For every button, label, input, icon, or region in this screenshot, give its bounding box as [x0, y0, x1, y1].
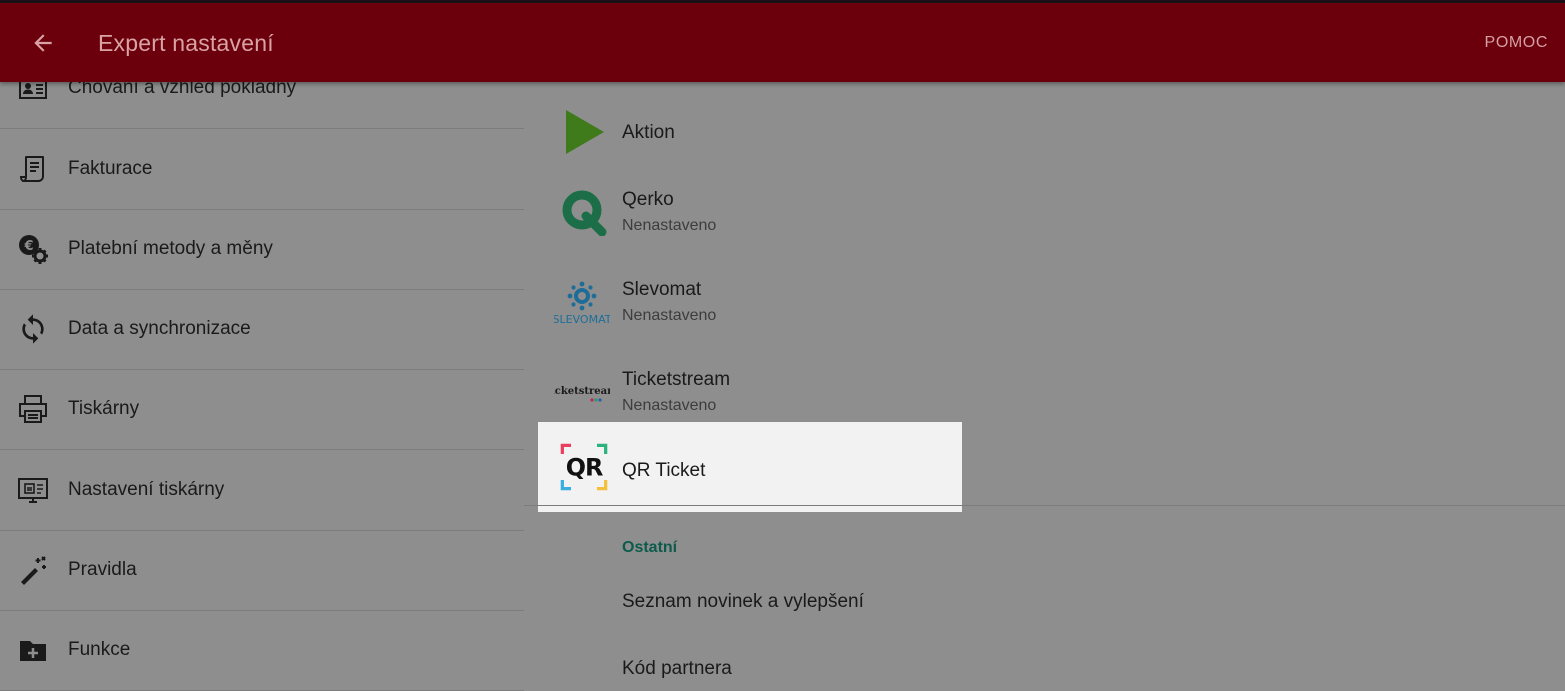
integration-name: Aktion [622, 122, 675, 143]
euro-gear-icon: € [19, 235, 48, 264]
integrations-panel: Aktion Qerko Nenastaveno SLEVOMAT Slevom… [524, 82, 1565, 691]
section-divider [524, 505, 1565, 506]
svg-text:€: € [23, 239, 33, 254]
menu-item-label: Platební metody a měny [68, 238, 273, 259]
menu-item-label: Funkce [68, 639, 131, 660]
printer-icon [19, 395, 47, 423]
settings-menu: Chování a vzhled pokladny Fakturace € Pl… [0, 0, 524, 691]
ticketstream-logo-text: ticketstream [554, 386, 610, 397]
integration-qr-ticket[interactable]: QR QR Ticket [538, 422, 962, 512]
integration-slevomat[interactable]: SLEVOMAT Slevomat Nenastaveno [538, 257, 962, 347]
qerko-q-logo [562, 190, 607, 236]
help-button[interactable]: POMOC [1485, 34, 1548, 52]
integration-status: Nenastaveno [622, 217, 717, 234]
integration-aktion[interactable]: Aktion [538, 87, 962, 177]
menu-item-functions[interactable]: Funkce [0, 610, 524, 691]
section-title-other: Ostatní [622, 539, 678, 556]
folder-plus-icon [20, 641, 46, 661]
integration-status: Nenastaveno [622, 307, 717, 324]
menu-item-data-sync[interactable]: Data a synchronizace [0, 289, 524, 370]
menu-item-label: Pravidla [68, 559, 137, 580]
integration-name: Ticketstream [622, 369, 731, 390]
menu-item-printer-settings[interactable]: Nastavení tiskárny [0, 450, 524, 531]
page-title: Expert nastavení [98, 30, 274, 56]
menu-item-label: Fakturace [68, 158, 153, 179]
slevomat-logo-text: SLEVOMAT [554, 313, 610, 326]
back-arrow-icon[interactable] [30, 30, 56, 56]
qr-ticket-logo: QR [560, 443, 608, 491]
menu-item-payment-methods[interactable]: € Platební metody a měny [0, 209, 524, 290]
integration-status: Nenastaveno [622, 397, 717, 414]
magic-wand-icon [21, 556, 46, 585]
printer-settings-icon [18, 478, 48, 503]
menu-item-invoicing[interactable]: Fakturace [0, 129, 524, 210]
menu-item-label: Data a synchronizace [68, 318, 251, 339]
integration-name: Qerko [622, 189, 674, 210]
aktion-play-logo [566, 110, 604, 154]
slevomat-logo: SLEVOMAT [554, 281, 610, 326]
integration-qerko[interactable]: Qerko Nenastaveno [538, 167, 962, 257]
sync-icon [22, 314, 44, 344]
integration-name: QR Ticket [622, 460, 706, 481]
partner-code-item[interactable]: Kód partnera [622, 658, 732, 680]
menu-item-rules[interactable]: Pravidla [0, 530, 524, 611]
menu-item-label: Tiskárny [68, 398, 140, 419]
menu-item-label: Nastavení tiskárny [68, 479, 225, 500]
menu-item-printers[interactable]: Tiskárny [0, 369, 524, 450]
ticketstream-logo: ticketstream [554, 386, 610, 402]
invoice-icon [20, 156, 44, 182]
qr-ticket-logo-text: QR [566, 454, 603, 482]
app-bar: Expert nastavení POMOC [0, 3, 1565, 82]
integration-name: Slevomat [622, 279, 702, 300]
news-list-item[interactable]: Seznam novinek a vylepšení [622, 591, 864, 613]
